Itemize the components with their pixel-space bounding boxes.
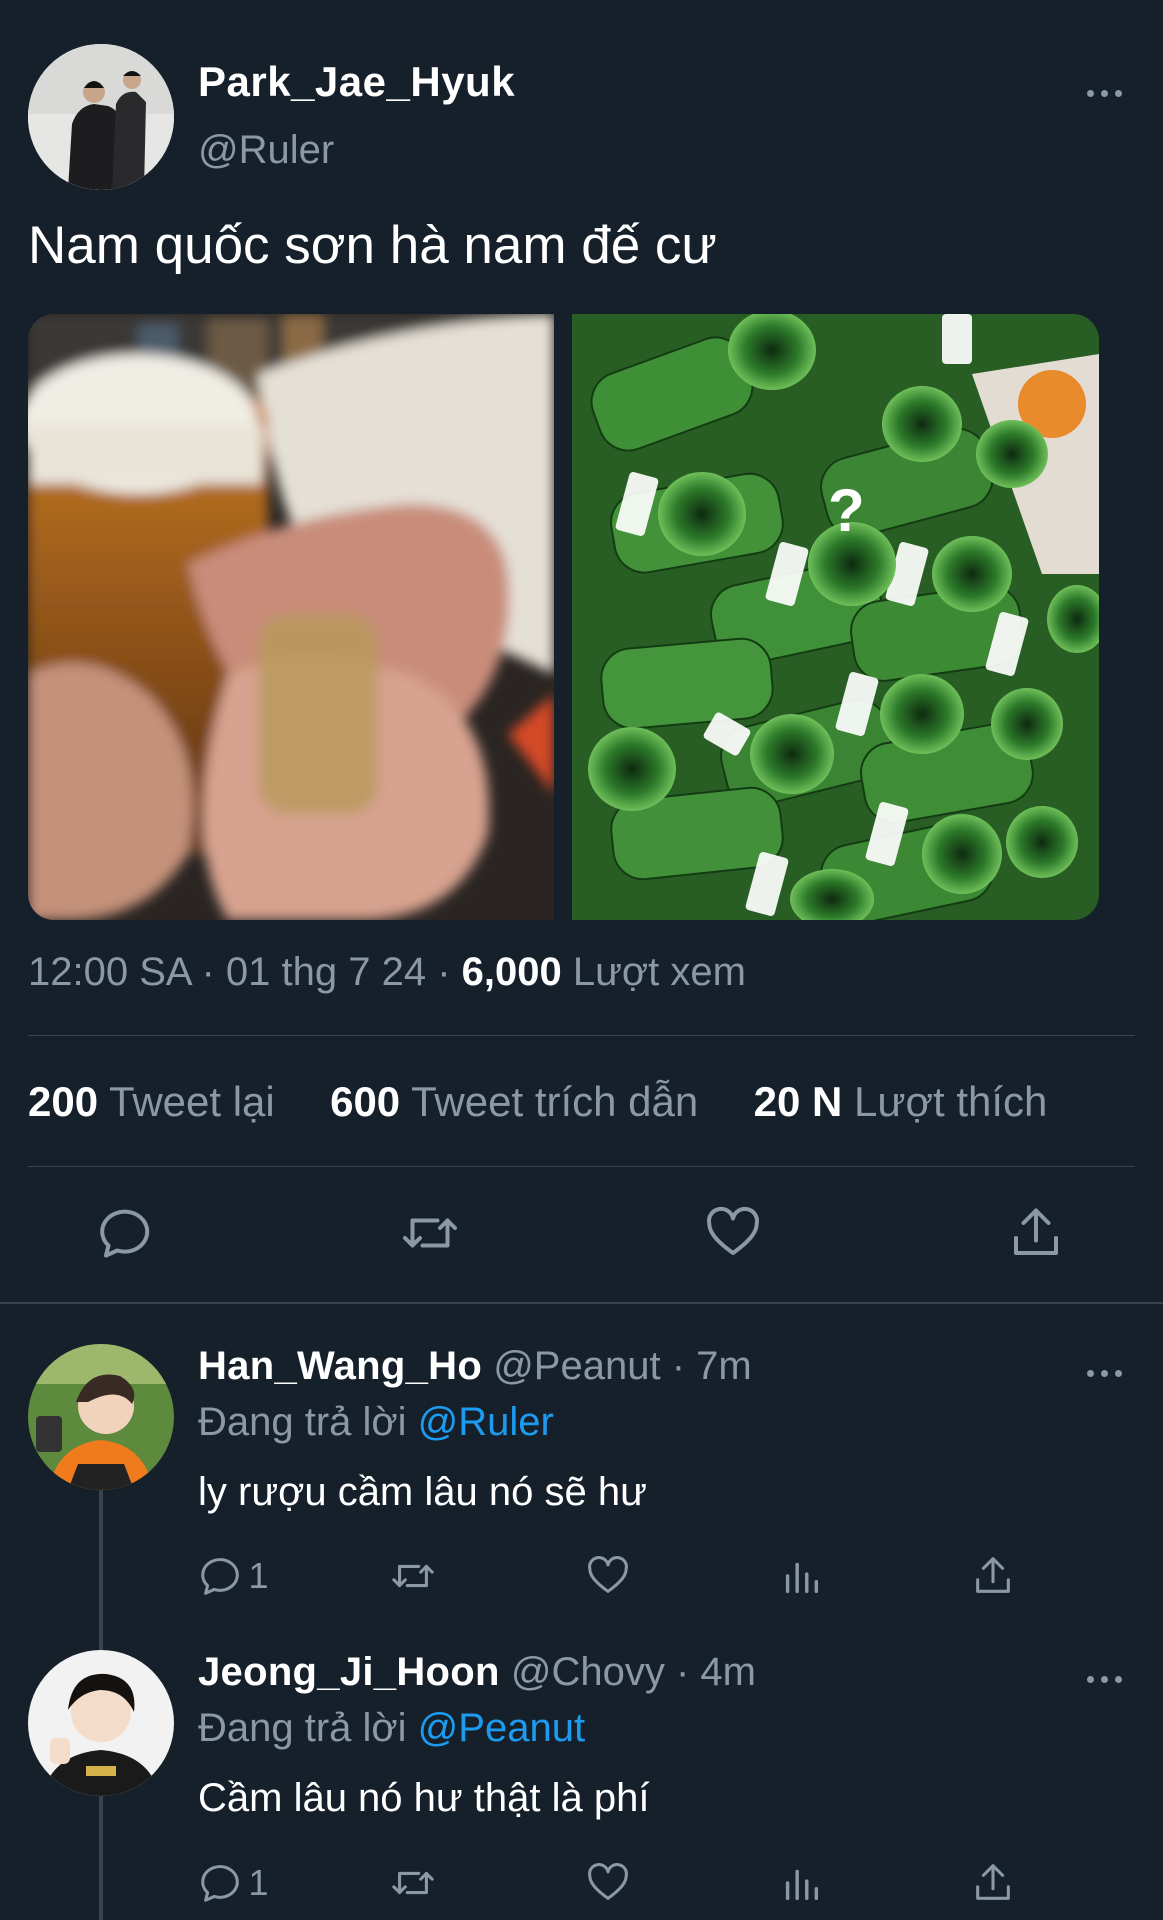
more-icon[interactable] (1085, 1672, 1125, 1686)
reply-text: Cầm lâu nó hư thật là phí (198, 1776, 650, 1820)
divider (28, 1035, 1135, 1036)
like-icon[interactable] (703, 1203, 763, 1263)
reply-header: Jeong_Ji_Hoon @Chovy · 4m (198, 1650, 756, 1694)
reply-time: 4m (700, 1650, 756, 1694)
thread-line (99, 1490, 103, 1650)
replying-to: Đang trả lời @Peanut (198, 1706, 585, 1751)
likes-label: Lượt thích (853, 1078, 1048, 1125)
replying-label: Đang trả lời (198, 1706, 407, 1750)
section-divider (0, 1302, 1163, 1304)
author-name[interactable]: Park_Jae_Hyuk (198, 58, 515, 106)
thread-line (99, 1796, 103, 1920)
retweet-icon[interactable] (400, 1203, 460, 1263)
comment-icon[interactable] (96, 1203, 156, 1263)
reply-header: Han_Wang_Ho @Peanut · 7m (198, 1344, 752, 1388)
replying-to: Đang trả lời @Ruler (198, 1400, 554, 1445)
tweet-meta: 12:00 SA · 01 thg 7 24 · 6,000 Lượt xem (28, 950, 746, 994)
reply-avatar-chovy[interactable] (28, 1650, 174, 1796)
like-icon[interactable] (585, 1860, 631, 1908)
retweets-count: 200 (28, 1078, 99, 1125)
like-icon[interactable] (585, 1553, 631, 1601)
quotes-label: Tweet trích dẫn (411, 1078, 699, 1125)
analytics-icon[interactable] (778, 1553, 824, 1601)
replying-to-link[interactable]: @Ruler (418, 1400, 554, 1444)
reply-avatar-peanut[interactable] (28, 1344, 174, 1490)
reply-author-name[interactable]: Han_Wang_Ho (198, 1344, 482, 1388)
tweet-text: Nam quốc sơn hà nam đế cư (28, 216, 717, 275)
share-icon[interactable] (970, 1553, 1016, 1601)
replying-to-link[interactable]: @Peanut (418, 1706, 585, 1750)
reply-count: 1 (248, 1555, 269, 1596)
analytics-icon[interactable] (778, 1860, 824, 1908)
retweets-stat[interactable]: 200 Tweet lại (28, 1078, 275, 1125)
quotes-count: 600 (330, 1078, 401, 1125)
tweet-photo-toast[interactable] (28, 314, 554, 920)
comment-icon (201, 1865, 239, 1902)
author-avatar[interactable] (28, 44, 174, 190)
reply-author-handle[interactable]: @Chovy (511, 1650, 665, 1694)
retweets-label: Tweet lại (109, 1078, 275, 1125)
tweet-date: 01 thg 7 24 (225, 950, 427, 994)
likes-stat[interactable]: 20 N Lượt thích (754, 1078, 1048, 1125)
tweet-photo-bottles[interactable]: ? (572, 314, 1099, 920)
tweet-stats: 200 Tweet lại 600 Tweet trích dẫn 20 N L… (28, 1078, 1047, 1126)
reply-author-name[interactable]: Jeong_Ji_Hoon (198, 1650, 500, 1694)
author-handle[interactable]: @Ruler (198, 128, 334, 173)
tweet-time: 12:00 SA (28, 950, 191, 994)
share-icon[interactable] (970, 1860, 1016, 1908)
comment-icon (201, 1558, 239, 1595)
retweet-icon[interactable] (390, 1553, 436, 1601)
retweet-icon[interactable] (390, 1860, 436, 1908)
views-count: 6,000 (461, 950, 562, 994)
divider (28, 1166, 1135, 1167)
replying-label: Đang trả lời (198, 1400, 407, 1444)
more-icon[interactable] (1085, 1366, 1125, 1380)
reply-comment-button[interactable]: 1 (198, 1860, 268, 1908)
share-icon[interactable] (1006, 1203, 1066, 1263)
more-icon[interactable] (1085, 86, 1125, 100)
reply-author-handle[interactable]: @Peanut (493, 1344, 660, 1388)
reply-count: 1 (248, 1862, 269, 1903)
quotes-stat[interactable]: 600 Tweet trích dẫn (330, 1078, 698, 1125)
views-label: Lượt xem (572, 950, 746, 994)
reply-time: 7m (696, 1344, 752, 1388)
reply-text: ly rượu cầm lâu nó sẽ hư (198, 1470, 647, 1514)
image-question-mark: ? (828, 477, 865, 544)
reply-comment-button[interactable]: 1 (198, 1553, 268, 1601)
likes-count: 20 N (753, 1078, 843, 1125)
